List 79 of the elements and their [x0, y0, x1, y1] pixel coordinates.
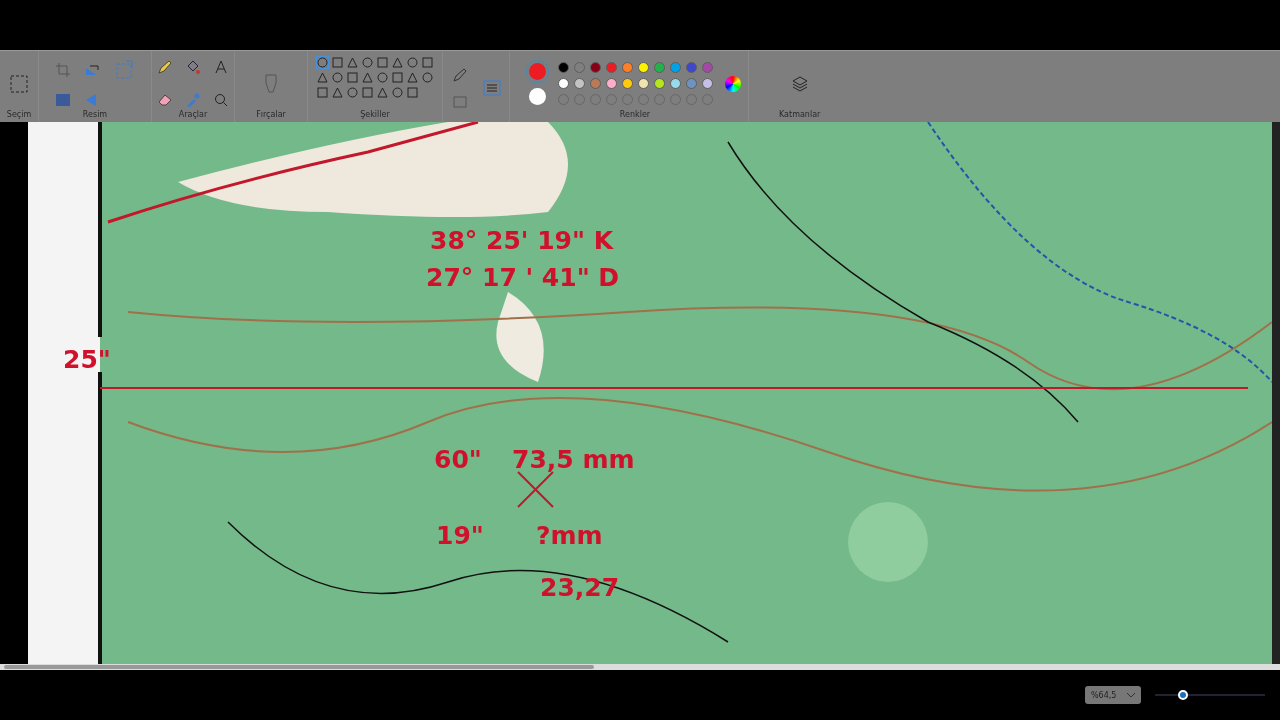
chevron-icon [1127, 692, 1135, 698]
color-swatch[interactable] [670, 78, 681, 89]
vertical-scrollbar[interactable] [1272, 122, 1280, 664]
shape-icon[interactable] [407, 57, 418, 68]
annotation-text: 27° 17 ' 41" D [426, 265, 620, 290]
shape-icon[interactable] [392, 57, 403, 68]
scrollbar-thumb[interactable] [4, 665, 594, 669]
annotation-text: 73,5 mm [512, 447, 635, 472]
group-label: Katmanlar [779, 110, 821, 119]
outline-icon[interactable] [453, 68, 467, 82]
color-swatch[interactable] [622, 78, 633, 89]
color-swatch[interactable] [558, 78, 569, 89]
group-label: Seçim [6, 110, 32, 119]
group-label: Resim [82, 110, 108, 119]
shape-icon[interactable] [377, 72, 388, 83]
annotation-text: 38° 25' 19" K [430, 228, 614, 253]
eraser-icon[interactable] [158, 93, 172, 106]
line-size-icon[interactable] [483, 80, 501, 96]
color-swatch[interactable] [606, 78, 617, 89]
shape-icon[interactable] [317, 87, 328, 98]
brush-icon[interactable] [264, 73, 278, 94]
shape-icon[interactable] [407, 72, 418, 83]
color-swatch[interactable] [558, 62, 569, 73]
shape-icon[interactable] [347, 87, 358, 98]
shape-icon[interactable] [332, 57, 343, 68]
shape-icon[interactable] [347, 72, 358, 83]
color-swatch[interactable] [702, 62, 713, 73]
shape-icon[interactable] [377, 57, 388, 68]
shape-icon[interactable] [317, 72, 328, 83]
color-swatch[interactable] [606, 62, 617, 73]
slider-thumb[interactable] [1177, 690, 1188, 700]
magnifier-icon[interactable] [214, 92, 228, 107]
color-swatch[interactable] [638, 62, 649, 73]
shape-icon[interactable] [422, 72, 433, 83]
zoom-dropdown[interactable]: %64,5 [1085, 686, 1141, 704]
crop-icon[interactable] [56, 62, 70, 77]
group-label: Şekiller [360, 110, 390, 119]
shape-icon[interactable] [422, 57, 433, 68]
shape-icon[interactable] [332, 72, 343, 83]
color-swatch[interactable] [590, 78, 601, 89]
rotate-icon[interactable] [84, 62, 102, 77]
current-color[interactable] [529, 87, 546, 105]
shape-icon[interactable] [317, 57, 328, 68]
shape-icon[interactable] [392, 72, 403, 83]
annotation-text: 60" [434, 447, 482, 472]
color-swatch[interactable] [574, 62, 585, 73]
color-swatch[interactable] [686, 78, 697, 89]
shape-icon[interactable] [407, 87, 418, 98]
shape-icon[interactable] [347, 57, 358, 68]
layers-icon[interactable] [791, 75, 808, 92]
color-swatch[interactable] [702, 78, 713, 89]
color-picker-icon[interactable] [186, 92, 200, 107]
group-label: Renkler [619, 110, 651, 119]
annotation-text: ?mm [536, 523, 603, 548]
color-swatch[interactable] [638, 78, 649, 89]
shape-icon[interactable] [392, 87, 403, 98]
shape-icon[interactable] [377, 87, 388, 98]
shape-icon[interactable] [362, 72, 373, 83]
shape-icon[interactable] [362, 57, 373, 68]
color-wheel-icon[interactable] [725, 75, 741, 92]
group-label: Fırçalar [256, 110, 286, 119]
color-swatch[interactable] [590, 62, 601, 73]
current-color[interactable] [529, 62, 546, 80]
shape-icon[interactable] [332, 87, 343, 98]
annotation-text: 23,27 [540, 575, 620, 600]
group-label: Araçlar [178, 110, 208, 119]
color-swatch[interactable] [686, 62, 697, 73]
annotation-text: 19" [436, 523, 484, 548]
color-swatch[interactable] [622, 62, 633, 73]
color-swatch[interactable] [654, 78, 665, 89]
selection-icon[interactable] [9, 73, 29, 94]
color-swatch[interactable] [670, 62, 681, 73]
fill-bucket-icon[interactable] [186, 60, 200, 75]
color-swatch[interactable] [654, 62, 665, 73]
shape-icon[interactable] [362, 87, 373, 98]
pencil-icon[interactable] [158, 60, 172, 75]
text-tool-icon[interactable] [214, 60, 228, 75]
background-remove-icon[interactable] [56, 94, 70, 107]
color-swatch[interactable] [574, 78, 585, 89]
